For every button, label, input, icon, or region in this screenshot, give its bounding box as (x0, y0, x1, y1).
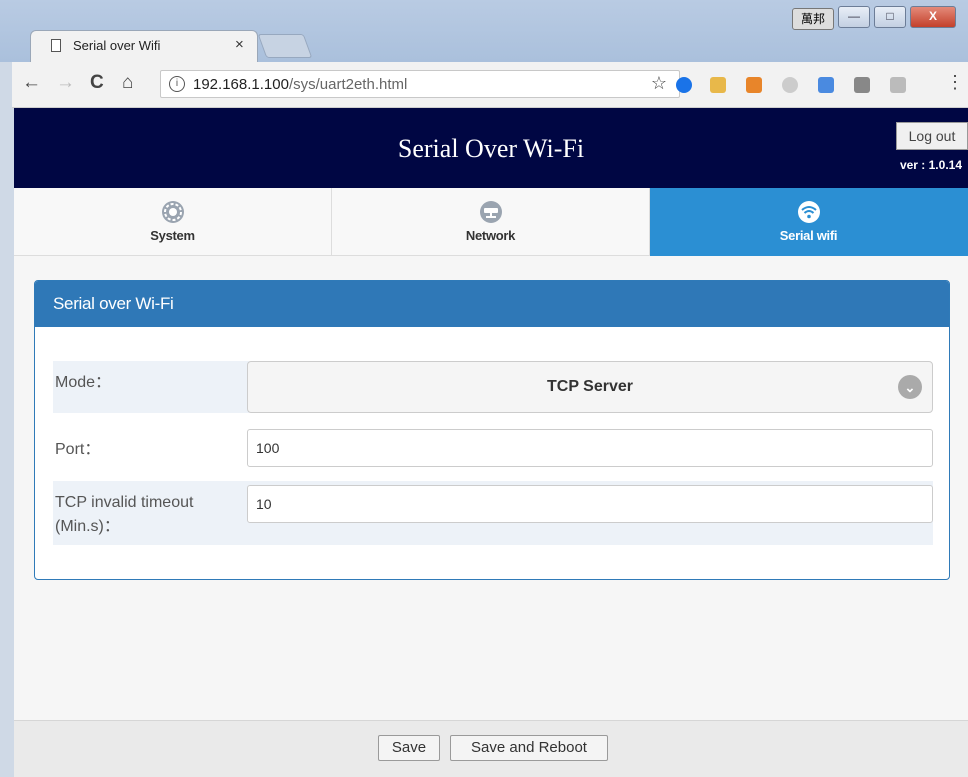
home-button[interactable]: ⌂ (122, 72, 133, 94)
network-icon (479, 201, 502, 223)
url-path: /sys/uart2eth.html (288, 76, 408, 93)
close-window-button[interactable]: X (910, 6, 956, 28)
page-content: Serial Over Wi-Fi Log out ver : 1.0.14 S… (14, 108, 968, 777)
minimize-button[interactable]: — (838, 6, 870, 28)
timeout-input[interactable]: 10 (247, 485, 933, 523)
tab-serial-wifi[interactable]: Serial wifi (650, 188, 968, 256)
logout-button[interactable]: Log out (896, 122, 968, 150)
s-icon[interactable] (854, 77, 870, 93)
browser-toolbar: ← → C ⌂ i 192.168.1.100/sys/uart2eth.htm… (12, 62, 968, 108)
browser-tab[interactable]: Serial over Wifi × (30, 30, 258, 62)
language-button[interactable]: 萬邦 (792, 8, 834, 30)
window-controls: — □ X (838, 6, 956, 28)
tab-title: Serial over Wifi (73, 38, 161, 53)
footer-bar: Save Save and Reboot (14, 720, 968, 777)
timeout-label-line1: TCP invalid timeout (55, 494, 194, 511)
puzzle-icon[interactable] (710, 77, 726, 93)
save-and-reboot-button[interactable]: Save and Reboot (450, 735, 608, 761)
mode-value: TCP Server (547, 378, 633, 395)
save-button[interactable]: Save (378, 735, 440, 761)
gear-icon (161, 201, 184, 223)
timeout-label-line2: (Min.s)： (55, 518, 120, 535)
page-title: Serial Over Wi-Fi (397, 134, 585, 163)
page-icon (51, 39, 61, 52)
translate-icon[interactable] (818, 77, 834, 93)
main-nav: System Network Serial wifi (14, 188, 968, 256)
info-icon[interactable]: i (169, 76, 185, 92)
new-tab-button[interactable] (257, 34, 313, 58)
g-icon[interactable] (676, 77, 692, 93)
download-icon[interactable] (746, 77, 762, 93)
window-titlebar: Serial over Wifi × 萬邦 — □ X (0, 0, 968, 62)
browser-menu-icon[interactable]: ⋮ (946, 72, 964, 93)
chevron-down-icon: ⌄ (898, 375, 922, 399)
timeout-label: TCP invalid timeout (Min.s)： (53, 481, 249, 545)
maximize-button[interactable]: □ (874, 6, 906, 28)
address-bar[interactable]: i 192.168.1.100/sys/uart2eth.html ☆ (160, 70, 680, 98)
mode-select[interactable]: TCP Server ⌄ (247, 361, 933, 413)
wifi-icon (797, 201, 820, 223)
bookmark-star-icon[interactable]: ☆ (651, 73, 667, 94)
url-host: 192.168.1.100 (193, 76, 289, 93)
app-header: Serial Over Wi-Fi Log out ver : 1.0.14 (14, 108, 968, 188)
gmail-icon[interactable] (782, 77, 798, 93)
mode-label: Mode： (53, 361, 249, 413)
version-label: ver : 1.0.14 (899, 158, 962, 172)
settings-panel: Serial over Wi-Fi Mode： TCP Server ⌄ Por… (34, 280, 950, 580)
tab-system-label: System (150, 228, 195, 243)
tab-serial-wifi-label: Serial wifi (779, 228, 838, 243)
port-input[interactable]: 100 (247, 429, 933, 467)
forward-button[interactable]: → (56, 72, 75, 94)
drive-icon[interactable] (890, 77, 906, 93)
reload-button[interactable]: C (90, 72, 104, 94)
tab-network[interactable]: Network (332, 188, 650, 256)
tab-network-label: Network (465, 228, 516, 243)
panel-title: Serial over Wi-Fi (35, 281, 949, 327)
back-button[interactable]: ← (22, 72, 41, 94)
tab-close-icon[interactable]: × (235, 36, 244, 53)
url-text: 192.168.1.100/sys/uart2eth.html (193, 76, 407, 93)
tab-system[interactable]: System (14, 188, 332, 256)
port-label: Port： (55, 441, 101, 458)
